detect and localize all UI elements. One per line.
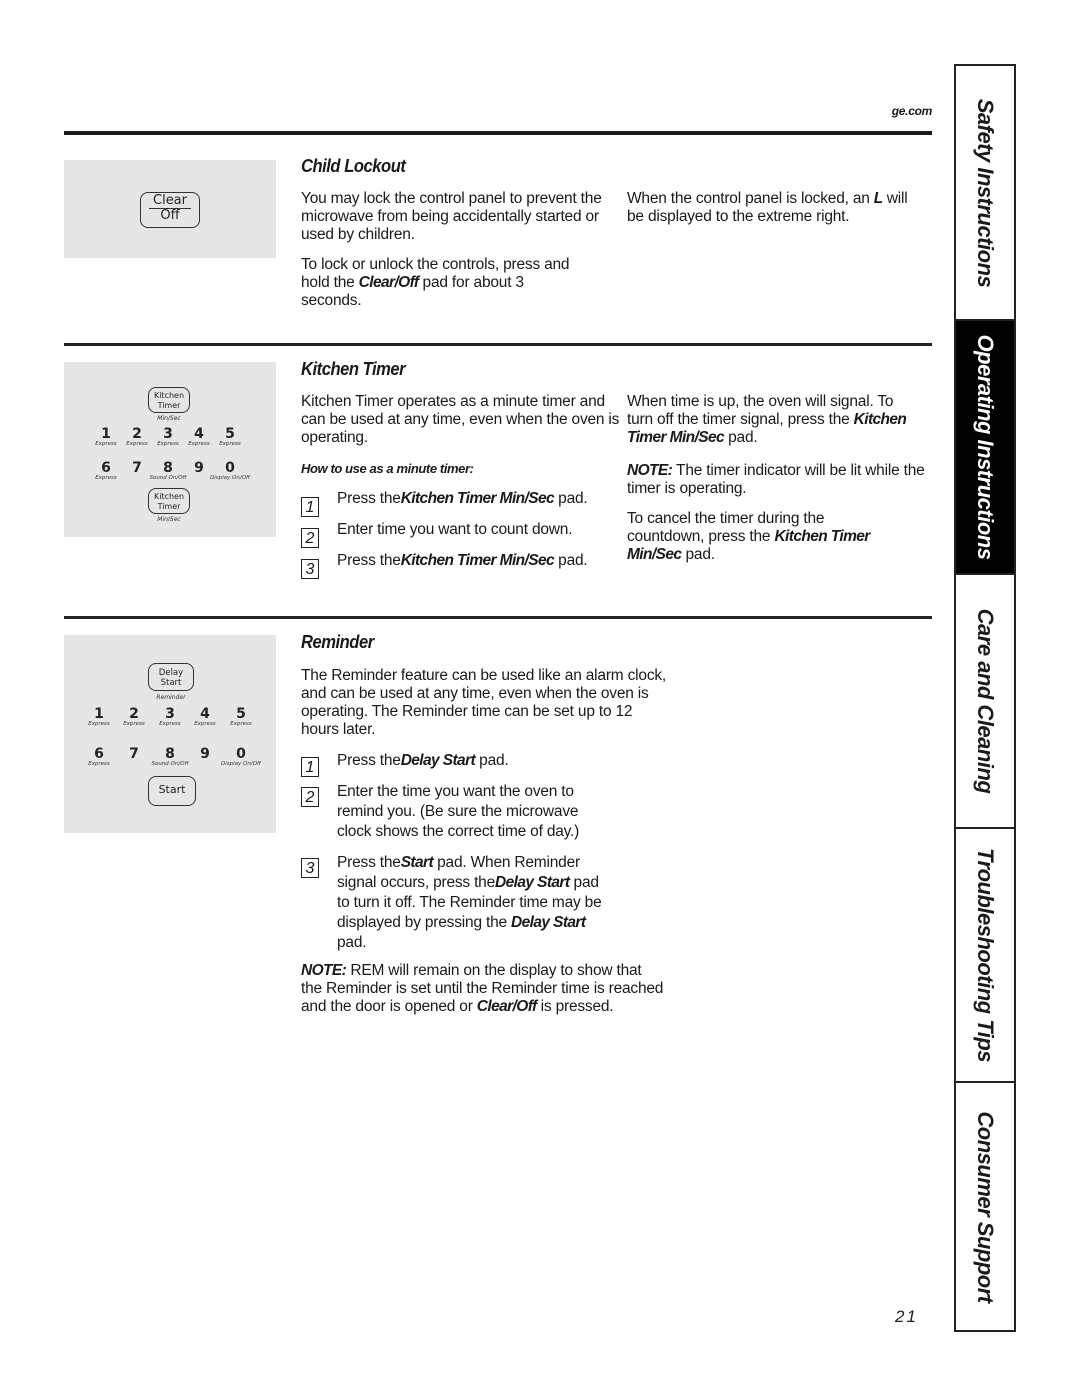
keypad-digit-3: 3 <box>165 706 175 722</box>
step-number: 2 <box>301 528 319 548</box>
step-item: 1 Press theKitchen Timer Min/Sec pad. <box>301 490 611 521</box>
keypad-digit-5: 5 <box>225 426 235 442</box>
step-item: 1 Press theDelay Start pad. <box>301 752 621 782</box>
child-lockout-intro: You may lock the control panel to preven… <box>301 190 602 243</box>
section-title-kitchen-timer: Kitchen Timer <box>301 359 406 379</box>
child-lockout-instructions: To lock or unlock the controls, press an… <box>301 256 570 309</box>
section-tabs: Safety Instructions Operating Instructio… <box>954 64 1016 1332</box>
tab-safety-instructions[interactable]: Safety Instructions <box>956 66 1014 321</box>
step-item: 2 Enter the time you want the oven to re… <box>301 782 621 853</box>
section-divider <box>64 343 932 346</box>
tab-troubleshooting-tips[interactable]: Troubleshooting Tips <box>956 829 1014 1083</box>
keypad-digit-9: 9 <box>200 746 210 762</box>
reminder-steps: 1 Press theDelay Start pad. 2 Enter the … <box>301 752 621 953</box>
tab-care-and-cleaning[interactable]: Care and Cleaning <box>956 575 1014 829</box>
keypad-digit-5: 5 <box>236 706 246 722</box>
delay-start-key-icon: Delay Start <box>148 663 194 691</box>
step-item: 2 Enter time you want to count down. <box>301 521 611 552</box>
keypad-digit-2: 2 <box>129 706 139 722</box>
keypad-digit-0: 0 <box>225 460 235 476</box>
key-label-off: Off <box>160 208 180 223</box>
kitchen-timer-steps: 1 Press theKitchen Timer Min/Sec pad. 2 … <box>301 490 611 583</box>
minute-timer-subheading: How to use as a minute timer: <box>301 461 474 476</box>
site-url[interactable]: ge.com <box>860 104 933 118</box>
min-sec-caption: Min/Sec <box>157 516 181 523</box>
start-key-icon: Start <box>148 776 196 806</box>
step-number: 2 <box>301 787 319 807</box>
step-number: 1 <box>301 497 319 517</box>
clear-off-keypad-illustration: Clear Off <box>64 160 276 258</box>
clear-off-key-icon: Clear Off <box>140 192 200 228</box>
tab-operating-instructions[interactable]: Operating Instructions <box>956 321 1014 575</box>
min-sec-caption: Min/Sec <box>157 415 181 422</box>
step-number: 1 <box>301 757 319 777</box>
clear-off-pad-ref: Clear/Off <box>358 274 419 291</box>
step-item: 3 Press theKitchen Timer Min/Sec pad. <box>301 552 611 583</box>
tab-consumer-support[interactable]: Consumer Support <box>956 1083 1014 1330</box>
step-number: 3 <box>301 559 319 579</box>
keypad-digit-caption: Express <box>219 441 241 447</box>
section-divider <box>64 616 932 619</box>
keypad-digit-1: 1 <box>94 706 104 722</box>
kitchen-timer-key-icon: Kitchen Timer <box>148 488 190 514</box>
reminder-caption: Reminder <box>156 694 186 701</box>
keypad-digit-8: 8 <box>165 746 175 762</box>
keypad-digit-0: 0 <box>236 746 246 762</box>
step-item: 3 Press theStart pad. When Reminder sign… <box>301 853 621 953</box>
keypad-digit-4: 4 <box>200 706 210 722</box>
kitchen-timer-intro: Kitchen Timer operates as a minute timer… <box>301 393 620 446</box>
reminder-note: NOTE: REM will remain on the display to … <box>301 962 664 1015</box>
page-number: 21 <box>895 1307 918 1326</box>
timer-cancel-text: To cancel the timer during the countdown… <box>627 510 870 563</box>
key-label-clear: Clear <box>149 194 191 209</box>
keypad-digit-caption: Display On/Off <box>221 761 261 767</box>
section-title-reminder: Reminder <box>301 632 374 652</box>
keypad-digit-6: 6 <box>94 746 104 762</box>
step-number: 3 <box>301 858 319 878</box>
section-title-child-lockout: Child Lockout <box>301 156 406 176</box>
kitchen-timer-keypad-illustration: Kitchen Timer Min/Sec 1 Express 2 Express 3 Ex… <box>64 362 276 537</box>
header-rule <box>64 131 932 135</box>
keypad-digit-caption: Express <box>230 721 252 727</box>
keypad-digit-caption: Display On/Off <box>210 475 250 481</box>
timer-signal-text: When time is up, the oven will signal. T… <box>627 393 907 446</box>
kitchen-timer-key-icon: Kitchen Timer <box>148 387 190 413</box>
reminder-keypad-illustration: Delay Start Reminder 1 Express 2 Express 3 Exp… <box>64 635 276 833</box>
reminder-intro: The Reminder feature can be used like an… <box>301 667 667 738</box>
timer-note: NOTE: The timer indicator will be lit wh… <box>627 462 925 497</box>
keypad-digit-7: 7 <box>129 746 139 762</box>
child-lockout-display-note: When the control panel is locked, an L w… <box>627 190 908 225</box>
